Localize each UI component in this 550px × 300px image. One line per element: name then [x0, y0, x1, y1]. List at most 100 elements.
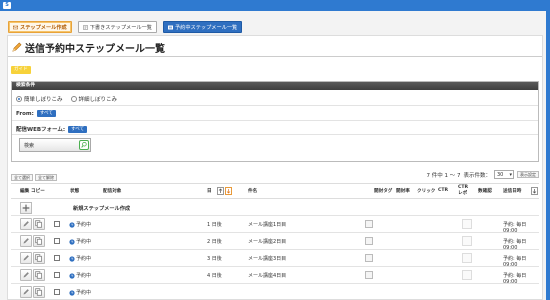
row-day: 4 日後 — [207, 273, 222, 279]
display-settings-button[interactable]: 表示設定 — [517, 171, 539, 178]
search-button[interactable]: 検索 — [19, 138, 91, 152]
status-badge: 予約中 — [69, 272, 91, 279]
col-name: 件名 — [248, 189, 258, 194]
tab-scheduled-list[interactable]: 予約中ステップメール一覧 — [162, 21, 243, 33]
copy-button[interactable] — [33, 252, 45, 264]
filter-from-label: From: — [16, 110, 34, 117]
search-button-label: 検索 — [24, 142, 35, 149]
col-target: 配信対象 — [103, 189, 122, 194]
document-icon — [83, 24, 88, 30]
new-step-mail-label: 新規ステップメール作成 — [73, 206, 131, 212]
row-checkbox[interactable] — [54, 255, 60, 261]
preview-icon[interactable] — [365, 220, 373, 228]
row-day: 3 日後 — [207, 256, 222, 262]
copy-icon — [35, 237, 42, 245]
result-count: 7 件中 1 ～ 7 — [426, 172, 461, 179]
step-mail-table: 編集 コピー 状態 配信対象 日 件名 開封タグ 開封率 クリック CTR CT… — [11, 183, 539, 300]
app-topbar: S — [0, 0, 550, 11]
row-name[interactable]: メール講座2日目 — [248, 238, 286, 245]
per-page-select[interactable]: 30 — [494, 170, 514, 179]
sort-desc-icon[interactable] — [225, 187, 232, 195]
table-row: 予約中 2 日後 メール講座2日目 予約: 毎日 09:00 — [11, 233, 539, 251]
filter-webform: 配信WEBフォーム: すべて — [16, 125, 88, 133]
ctr-report-icon[interactable] — [462, 236, 472, 246]
clock-icon — [69, 255, 75, 262]
copy-button[interactable] — [33, 235, 45, 247]
app-logo-icon[interactable]: S — [3, 2, 11, 9]
row-day: 1 日後 — [207, 222, 222, 228]
tab-draft-list[interactable]: 下書きステップメール一覧 — [77, 21, 157, 33]
search-go-icon — [79, 140, 89, 150]
table-header: 編集 コピー 状態 配信対象 日 件名 開封タグ 開封率 クリック CTR CT… — [11, 183, 539, 199]
status-text: 予約中 — [76, 222, 92, 228]
preview-icon[interactable] — [365, 271, 373, 279]
sort-asc-icon[interactable] — [217, 187, 224, 195]
tab-create-step-mail[interactable]: ステップメール作成 — [8, 21, 72, 33]
radio-detail-search[interactable]: 詳細しぼりこみ — [70, 95, 118, 103]
clock-icon — [69, 272, 75, 279]
divider — [12, 134, 538, 135]
filter-from: From: すべて — [16, 110, 56, 117]
mail-icon — [13, 25, 18, 29]
filter-webform-value[interactable]: すべて — [68, 125, 88, 133]
row-name[interactable]: メール講座3日目 — [248, 255, 286, 262]
copy-icon — [35, 271, 42, 279]
row-name[interactable]: メール講座1日目 — [248, 221, 286, 228]
main-content: 送信予約中ステップメール一覧 ガイド 検索条件 簡単しぼりこみ 詳細しぼりこみ … — [7, 35, 543, 300]
row-checkbox[interactable] — [54, 289, 60, 295]
search-panel-header: 検索条件 — [12, 82, 538, 90]
search-mode-group: 簡単しぼりこみ 詳細しぼりこみ — [16, 95, 117, 103]
copy-button[interactable] — [33, 269, 45, 281]
filter-from-value[interactable]: すべて — [36, 110, 56, 117]
pencil-icon — [23, 289, 29, 295]
title-divider — [8, 56, 542, 57]
status-text: 予約中 — [76, 273, 92, 279]
radio-dot[interactable] — [16, 96, 22, 102]
radio-simple-search[interactable]: 簡単しぼりこみ — [16, 95, 63, 103]
pencil-icon — [23, 221, 29, 227]
radio-dot[interactable] — [70, 96, 77, 102]
col-click: クリック — [417, 189, 436, 194]
side-rail — [546, 11, 550, 300]
row-checkbox[interactable] — [54, 272, 60, 278]
edit-button[interactable] — [20, 252, 32, 264]
edit-button[interactable] — [20, 286, 32, 298]
row-name[interactable]: メール講座4日目 — [248, 272, 286, 279]
copy-button[interactable] — [33, 218, 45, 230]
status-text: 予約中 — [76, 256, 92, 262]
edit-button[interactable] — [20, 218, 32, 230]
ctr-report-icon[interactable] — [462, 253, 472, 263]
table-row: 予約中 — [11, 284, 539, 300]
add-step-mail-button[interactable] — [20, 202, 32, 214]
tab-bar: ステップメール作成 下書きステップメール一覧 予約中ステップメール一覧 — [8, 21, 243, 33]
select-all-button[interactable]: 全て選択 — [11, 174, 33, 181]
ctr-report-icon[interactable] — [462, 270, 472, 280]
preview-icon[interactable] — [365, 237, 373, 245]
col-ctr: CTR — [438, 188, 449, 193]
col-edit: 編集 — [20, 189, 30, 194]
list-icon — [167, 25, 173, 29]
radio-label: 詳細しぼりこみ — [78, 97, 118, 103]
pencil-icon — [23, 238, 29, 244]
pencil-icon — [23, 272, 29, 278]
row-checkbox[interactable] — [54, 238, 60, 244]
edit-button[interactable] — [20, 235, 32, 247]
copy-icon — [35, 220, 42, 228]
guide-button[interactable]: ガイド — [11, 66, 31, 74]
copy-button[interactable] — [33, 286, 45, 298]
status-text: 予約中 — [76, 290, 92, 296]
row-checkbox[interactable] — [54, 221, 60, 227]
col-count: 数確認 — [478, 189, 492, 194]
radio-label: 簡単しぼりこみ — [24, 97, 63, 103]
deselect-all-button[interactable]: 全て解除 — [35, 174, 57, 181]
preview-icon[interactable] — [365, 254, 373, 262]
divider — [12, 120, 538, 121]
col-status: 状態 — [70, 189, 80, 194]
tab-label: ステップメール作成 — [20, 24, 67, 31]
sort-icon[interactable] — [531, 187, 538, 195]
status-badge: 予約中 — [69, 238, 91, 245]
col-open-rate: 開封率 — [396, 189, 410, 194]
edit-button[interactable] — [20, 269, 32, 281]
per-page-label: 表示件数： — [463, 172, 491, 179]
ctr-report-icon[interactable] — [462, 219, 472, 229]
